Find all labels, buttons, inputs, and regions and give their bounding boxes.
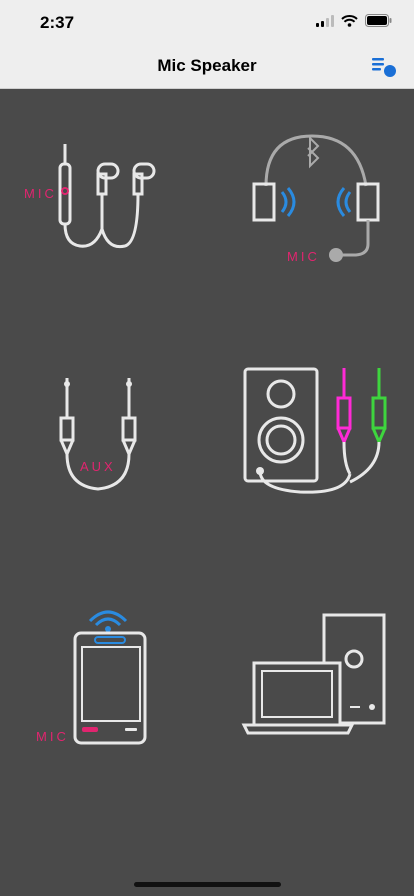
option-aux-cable[interactable]: AUX — [50, 374, 140, 504]
status-time: 2:37 — [40, 13, 75, 32]
option-bluetooth-headphones[interactable]: MIC — [238, 124, 398, 274]
option-computer[interactable] — [240, 609, 390, 749]
status-icons — [316, 14, 392, 32]
signal-icon — [316, 14, 334, 32]
options-grid: MIC MIC AUX MIC — [0, 89, 414, 896]
status-bar: 2:37 — [0, 0, 414, 44]
wifi-icon — [341, 14, 358, 32]
battery-icon — [365, 14, 392, 32]
playlist-icon[interactable] — [372, 56, 398, 78]
option-speaker-cable[interactable] — [240, 364, 400, 514]
page-title: Mic Speaker — [157, 56, 257, 75]
option-earphones[interactable]: MIC — [20, 134, 190, 264]
navigation-bar: Mic Speaker — [0, 44, 414, 89]
option-phone-wifi[interactable]: MIC — [30, 599, 160, 749]
option-earphones-label: MIC — [24, 186, 57, 201]
option-aux-cable-label: AUX — [80, 459, 116, 474]
option-phone-wifi-label: MIC — [36, 729, 69, 744]
option-bluetooth-headphones-label: MIC — [287, 249, 320, 264]
home-indicator — [134, 882, 281, 887]
